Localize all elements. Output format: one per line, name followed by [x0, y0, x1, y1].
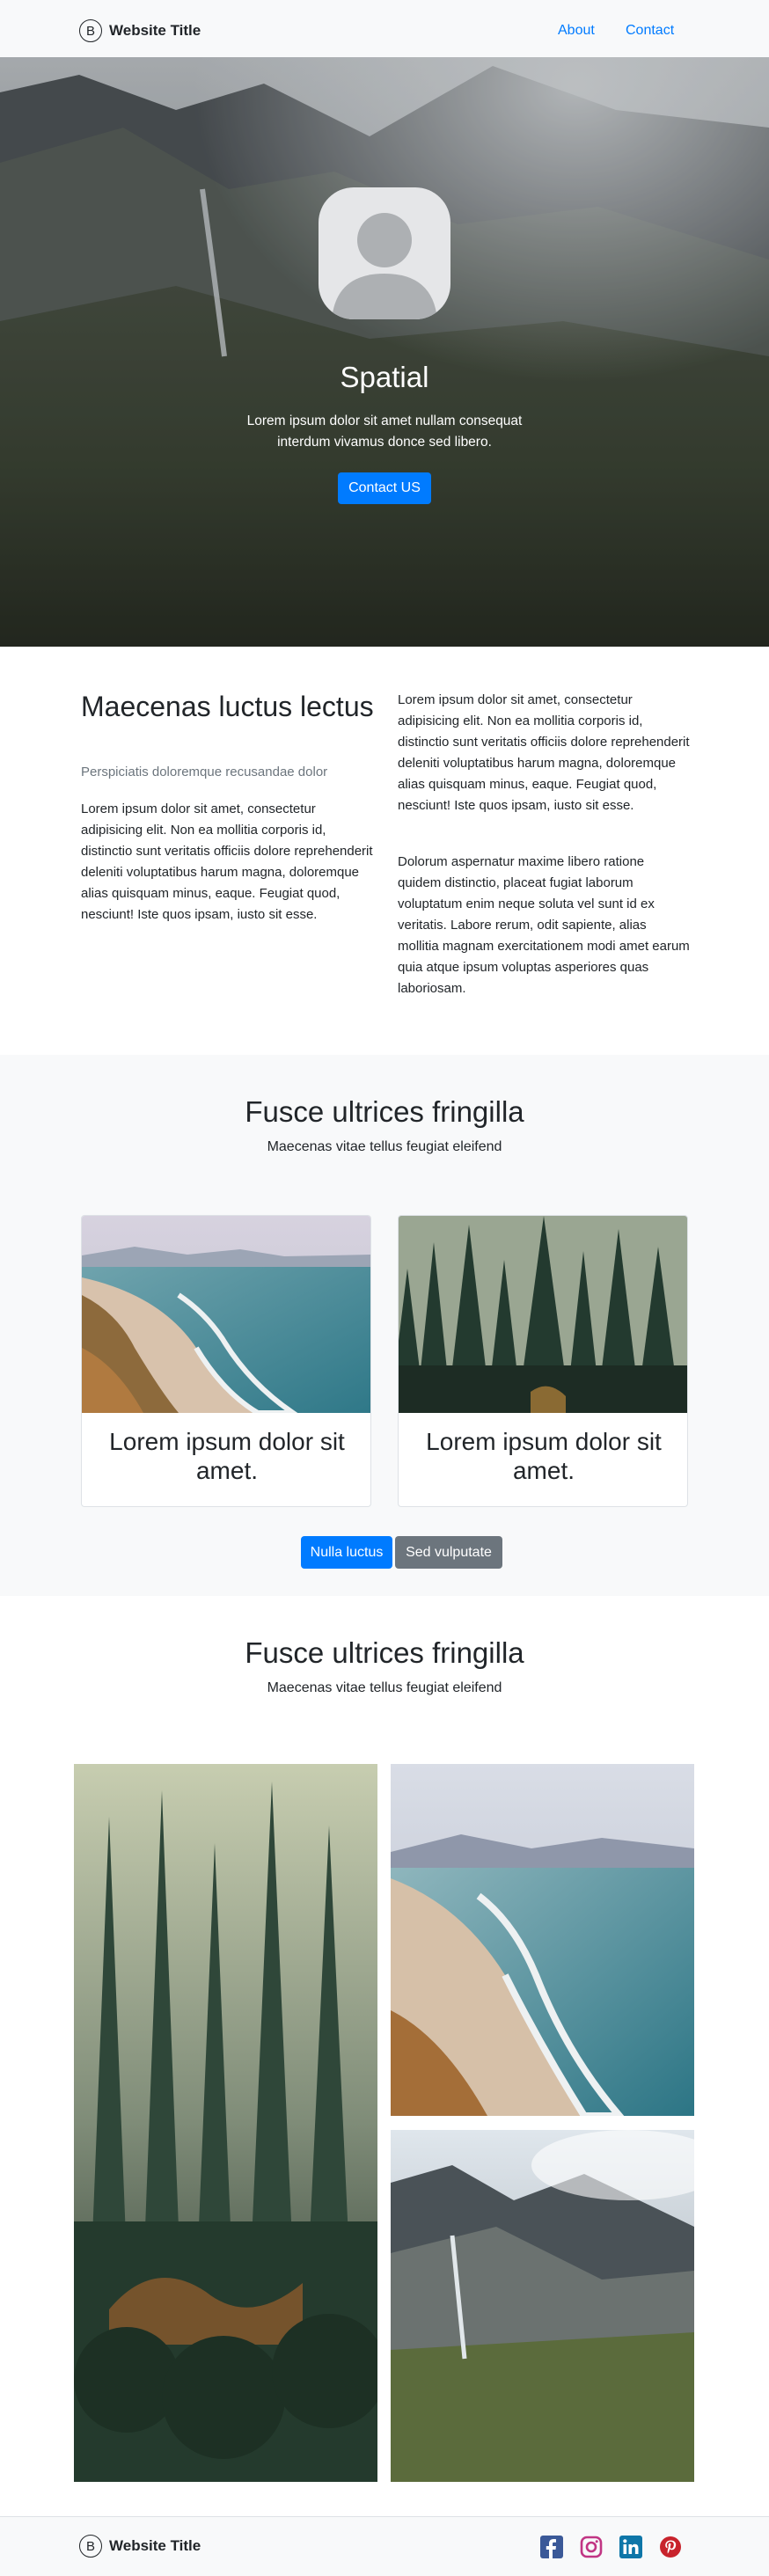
- features-subtitle: Maecenas vitae tellus feugiat eleifend: [267, 1139, 502, 1154]
- feature-card-title: Lorem ipsum dolor sit amet.: [426, 1428, 662, 1484]
- feature-card-title: Lorem ipsum dolor sit amet.: [109, 1428, 345, 1484]
- about-right-paragraph-1: Lorem ipsum dolor sit amet, consectetur …: [398, 692, 690, 813]
- about-left-paragraph: Lorem ipsum dolor sit amet, consectetur …: [81, 801, 373, 922]
- brand-link[interactable]: B Website Title: [79, 19, 201, 42]
- pinterest-icon[interactable]: [659, 2536, 682, 2563]
- hero-section: Spatial Lorem ipsum dolor sit amet nulla…: [0, 57, 769, 647]
- gallery-beach-image: [391, 1764, 694, 2116]
- sed-vulputate-button[interactable]: Sed vulputate: [395, 1536, 502, 1569]
- hero-title: Spatial: [340, 361, 429, 393]
- navbar: B Website Title About Contact: [0, 0, 769, 57]
- contact-us-button[interactable]: Contact US: [338, 472, 431, 504]
- forest-image: [399, 1216, 687, 1413]
- avatar: [319, 187, 450, 319]
- instagram-icon[interactable]: [580, 2536, 603, 2563]
- footer-brand-link[interactable]: B Website Title: [79, 2535, 201, 2558]
- about-right-paragraph-2: Dolorum aspernatur maxime libero ratione…: [398, 854, 690, 996]
- brand-title: Website Title: [109, 22, 201, 39]
- user-placeholder-icon: [332, 213, 437, 319]
- nav-link-contact[interactable]: Contact: [626, 23, 674, 39]
- gallery-mountain-image: [391, 2130, 694, 2482]
- nulla-luctus-button[interactable]: Nulla luctus: [301, 1536, 392, 1569]
- about-subheading: Perspiciatis doloremque recusandae dolor: [81, 765, 328, 779]
- features-title: Fusce ultrices fringilla: [245, 1095, 524, 1128]
- linkedin-icon[interactable]: [619, 2536, 642, 2563]
- about-heading: Maecenas luctus lectus: [81, 691, 374, 722]
- footer-brand-logo-icon: B: [79, 2535, 102, 2558]
- footer: B Website Title: [0, 2516, 769, 2576]
- gallery-title: Fusce ultrices fringilla: [245, 1636, 524, 1669]
- footer-brand-title: Website Title: [109, 2537, 201, 2554]
- nav-link-about[interactable]: About: [558, 23, 595, 39]
- facebook-icon[interactable]: [540, 2536, 563, 2563]
- feature-card: Lorem ipsum dolor sit amet.: [398, 1215, 688, 1507]
- feature-card: Lorem ipsum dolor sit amet.: [81, 1215, 371, 1507]
- hero-text: Lorem ipsum dolor sit amet nullam conseq…: [246, 413, 523, 450]
- hero-background-image: [0, 57, 769, 647]
- gallery-forest-image: [74, 1764, 377, 2482]
- brand-logo-icon: B: [79, 19, 102, 42]
- gallery-subtitle: Maecenas vitae tellus feugiat eleifend: [267, 1680, 502, 1695]
- beach-image: [82, 1216, 370, 1413]
